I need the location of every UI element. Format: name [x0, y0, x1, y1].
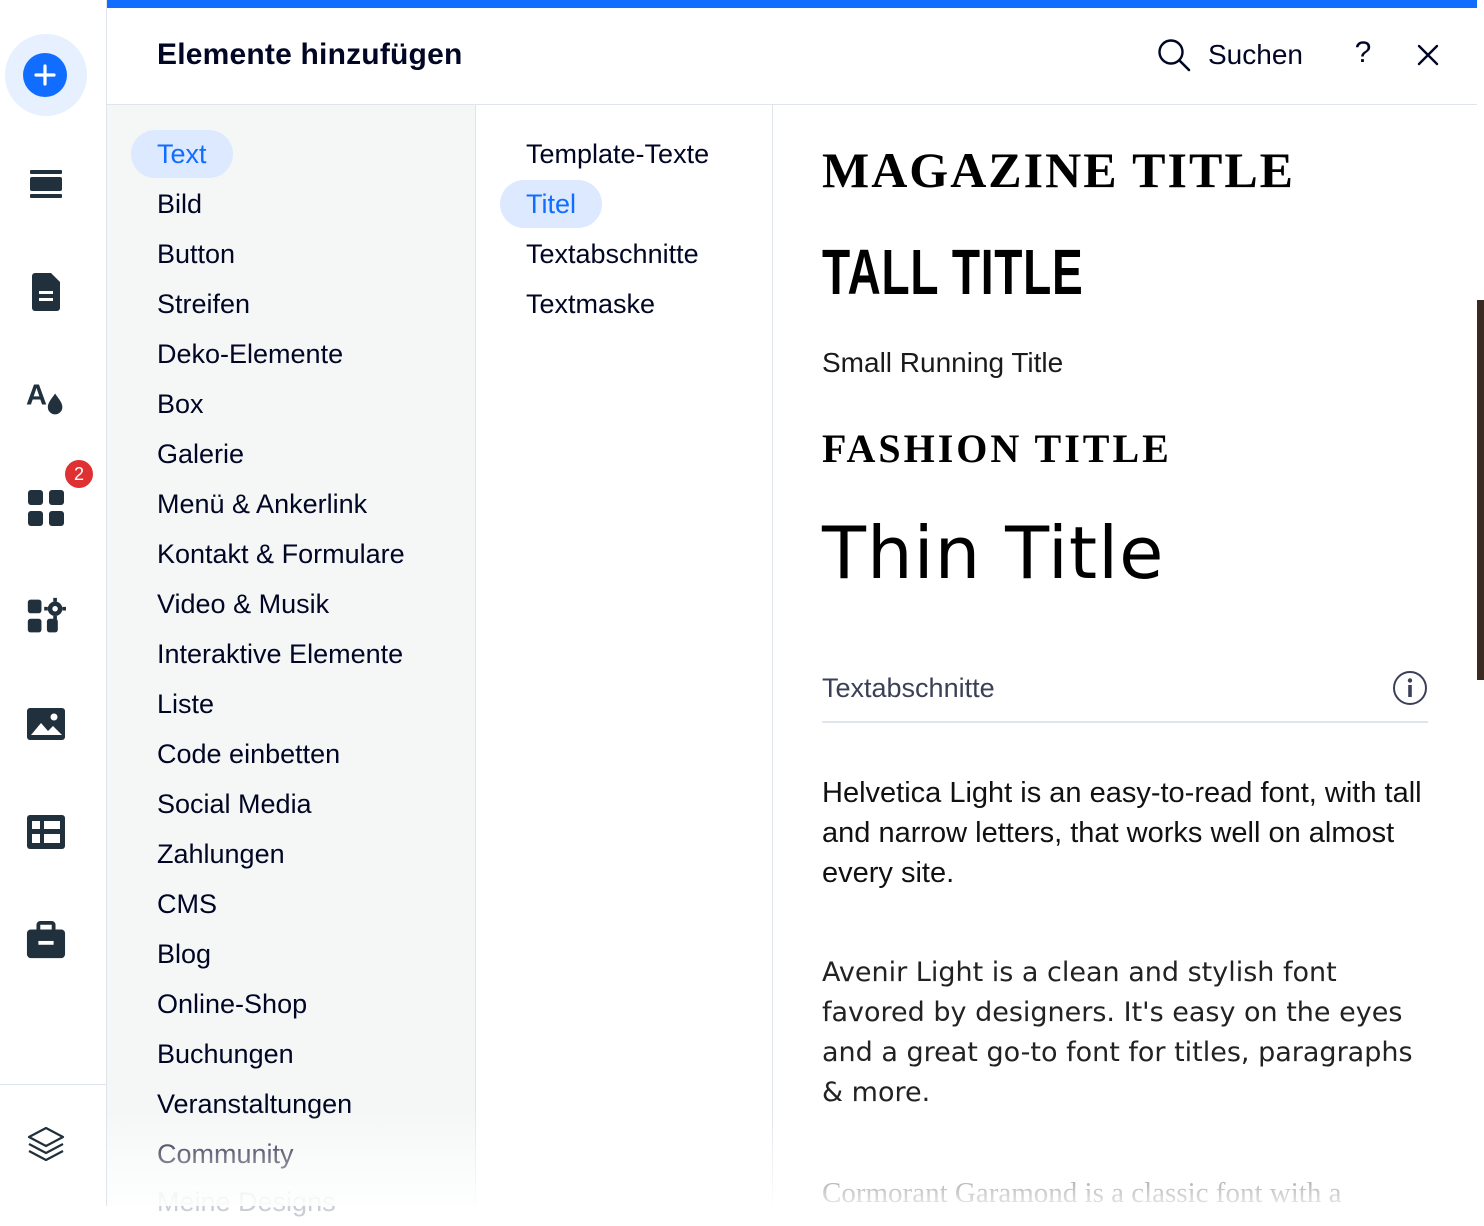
panel-title: Elemente hinzufügen — [157, 38, 463, 71]
subcategory-titles[interactable]: Titel — [500, 180, 603, 228]
subcategory-paragraphs[interactable]: Textabschnitte — [500, 230, 725, 278]
category-events[interactable]: Veranstaltungen — [131, 1080, 378, 1128]
plus-icon[interactable] — [23, 53, 67, 97]
search-button[interactable]: Suchen — [1208, 39, 1303, 71]
category-cms[interactable]: CMS — [131, 880, 243, 928]
subcategory-template-texts[interactable]: Template-Texte — [500, 130, 735, 178]
media-icon[interactable] — [26, 704, 66, 744]
category-online-shop[interactable]: Online-Shop — [131, 980, 333, 1028]
subcategory-text-mask[interactable]: Textmaske — [500, 280, 681, 328]
avenir-paragraph-preset[interactable]: Avenir Light is a clean and stylish font… — [822, 953, 1442, 1113]
category-gallery[interactable]: Galerie — [131, 430, 270, 478]
helvetica-paragraph-preset[interactable]: Helvetica Light is an easy-to-read font,… — [822, 773, 1422, 893]
category-button[interactable]: Button — [131, 230, 261, 278]
left-toolbar: A 2 — [0, 0, 107, 1206]
fashion-title-preset[interactable]: FASHION TITLE — [822, 425, 1172, 472]
small-running-title-preset[interactable]: Small Running Title — [822, 347, 1063, 379]
close-icon[interactable] — [1415, 42, 1441, 68]
category-decorative[interactable]: Deko-Elemente — [131, 330, 369, 378]
category-blog[interactable]: Blog — [131, 930, 237, 978]
business-briefcase-icon[interactable] — [26, 920, 66, 960]
app-market-icon[interactable] — [26, 596, 66, 636]
magazine-title-preset[interactable]: MAGAZINE TITLE — [822, 141, 1295, 199]
category-text[interactable]: Text — [131, 130, 233, 178]
thin-title-preset[interactable]: Thin Title — [822, 511, 1164, 595]
subcategory-list: Template-Texte Titel Textabschnitte Text… — [476, 105, 773, 1206]
category-community[interactable]: Community — [131, 1130, 320, 1178]
svg-text:A: A — [26, 379, 47, 411]
category-bookings[interactable]: Buchungen — [131, 1030, 320, 1078]
category-payments[interactable]: Zahlungen — [131, 830, 311, 878]
canvas-edge-image — [1477, 300, 1484, 680]
sections-icon[interactable] — [26, 164, 66, 204]
cms-table-icon[interactable] — [26, 812, 66, 852]
add-elements-panel: Elemente hinzufügen Suchen ? Text Bild B… — [107, 0, 1477, 1217]
info-icon[interactable] — [1392, 670, 1428, 706]
pages-icon[interactable] — [26, 272, 66, 312]
rail-divider — [0, 1084, 106, 1085]
panel-header: Elemente hinzufügen Suchen ? — [107, 8, 1477, 105]
category-video-music[interactable]: Video & Musik — [131, 580, 355, 628]
apps-icon[interactable] — [26, 488, 66, 528]
category-interactive[interactable]: Interaktive Elemente — [131, 630, 429, 678]
section-heading: Textabschnitte — [822, 673, 995, 703]
section-divider — [822, 721, 1428, 723]
category-strips[interactable]: Streifen — [131, 280, 276, 328]
category-list: Text Bild Button Streifen Deko-Elemente … — [107, 105, 476, 1217]
notification-badge: 2 — [63, 458, 95, 490]
category-box[interactable]: Box — [131, 380, 230, 428]
category-contact-forms[interactable]: Kontakt & Formulare — [131, 530, 431, 578]
layers-icon[interactable] — [26, 1124, 66, 1164]
category-list-item[interactable]: Liste — [131, 680, 240, 728]
category-my-designs[interactable]: Meine Designs — [131, 1178, 362, 1226]
search-icon[interactable] — [1157, 38, 1191, 72]
element-preview-area: MAGAZINE TITLE TALL TITLE Small Running … — [773, 105, 1477, 1206]
help-icon[interactable]: ? — [1351, 36, 1375, 70]
cormorant-paragraph-preset[interactable]: Cormorant Garamond is a classic font wit… — [822, 1173, 1442, 1206]
category-menu-anchor[interactable]: Menü & Ankerlink — [131, 480, 393, 528]
design-theme-icon[interactable]: A — [26, 378, 66, 418]
tall-title-preset[interactable]: TALL TITLE — [822, 235, 1083, 309]
category-social-media[interactable]: Social Media — [131, 780, 338, 828]
category-embed-code[interactable]: Code einbetten — [131, 730, 366, 778]
category-image[interactable]: Bild — [131, 180, 228, 228]
panel-accent-bar — [107, 0, 1477, 8]
